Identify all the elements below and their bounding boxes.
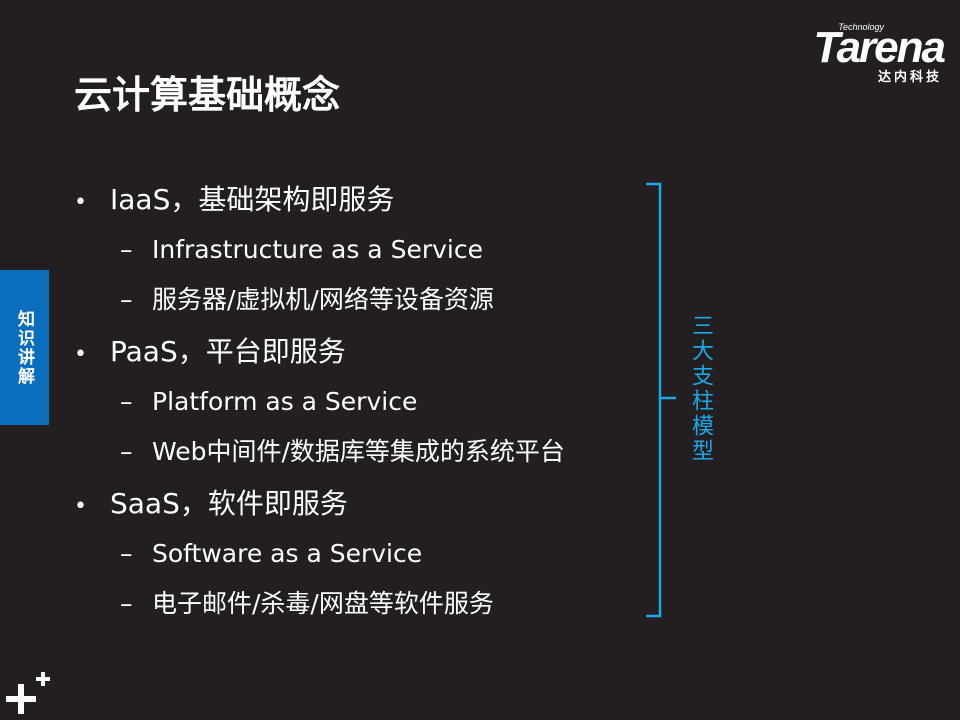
bullet-saas: • SaaS，软件即服务 — [74, 486, 348, 525]
sub-bullet-iaas-name: – Infrastructure as a Service — [120, 235, 483, 264]
bullet-dot-icon: • — [74, 190, 87, 215]
side-tab-label: 知识讲解 — [14, 309, 34, 386]
logo-chinese-name: 达内科技 — [877, 70, 942, 85]
right-bracket-icon — [646, 182, 676, 618]
sub-bullet-paas-name: – Platform as a Service — [120, 387, 418, 416]
sub-bullet-paas-desc: – Web中间件/数据库等集成的系统平台 — [120, 437, 565, 466]
three-pillars-label: 三大支柱模型 — [688, 314, 713, 464]
bullet-iaas: • IaaS，基础架构即服务 — [74, 182, 394, 221]
sub-bullet-iaas-desc: – 服务器/虚拟机/网络等设备资源 — [120, 285, 494, 314]
dash-icon: – — [120, 437, 133, 466]
bullet-dot-icon: • — [74, 342, 87, 367]
bullet-dot-icon: • — [74, 494, 87, 519]
dash-icon: – — [120, 387, 133, 416]
dash-icon: – — [120, 539, 133, 568]
dash-icon: – — [120, 285, 133, 314]
logo-wordmark: Tarena — [813, 23, 946, 72]
plus-decoration-icon — [6, 672, 50, 714]
dash-icon: – — [120, 589, 133, 618]
dash-icon: – — [120, 235, 133, 264]
slide-title: 云计算基础概念 — [74, 73, 341, 117]
sub-bullet-saas-name: – Software as a Service — [120, 539, 423, 568]
tarena-logo: Technology Tarena 达内科技 — [774, 22, 946, 85]
bullet-paas: • PaaS，平台即服务 — [74, 334, 346, 373]
sub-bullet-saas-desc: – 电子邮件/杀毒/网盘等软件服务 — [120, 589, 494, 618]
side-tab-knowledge: 知识讲解 — [0, 270, 49, 425]
